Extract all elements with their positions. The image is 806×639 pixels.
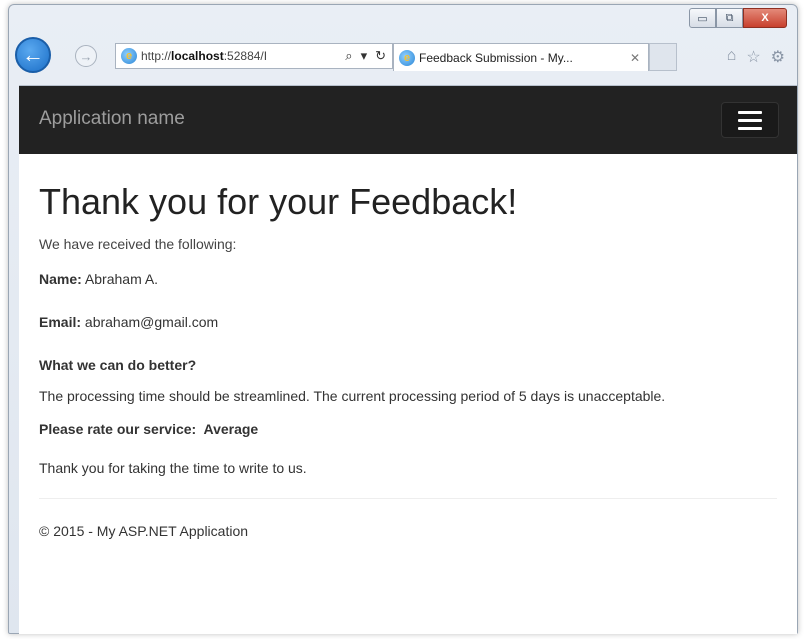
rating-value: Average [203, 420, 259, 437]
name-line: Name: Abraham A. [39, 269, 777, 289]
home-icon[interactable]: ⌂ [727, 47, 737, 67]
window-caption-buttons: ▭ ⧉ X [689, 8, 787, 30]
page-title: Thank you for your Feedback! [39, 181, 518, 222]
footer-divider [39, 497, 777, 499]
ie-tab-icon: e [399, 49, 415, 66]
browser-toolbar: ← → e http://localhost:52884/I ⌕ ▾ ↻ e F… [9, 33, 797, 79]
email-line: Email: abraham@gmail.com [39, 312, 777, 332]
restore-button[interactable]: ⧉ [716, 8, 743, 28]
footer-text: © 2015 - My ASP.NET Application [39, 522, 249, 539]
star-icon[interactable]: ☆ [746, 47, 760, 67]
address-text[interactable]: http://localhost:52884/I [141, 49, 301, 63]
improvement-answer: The processing time should be streamline… [39, 387, 666, 404]
improvement-question: What we can do better? [39, 356, 197, 373]
search-icon[interactable]: ⌕ [345, 48, 352, 64]
navbar-brand[interactable]: Application name [39, 108, 185, 130]
name-label: Name: [39, 270, 82, 287]
gear-icon[interactable]: ⚙ [771, 47, 785, 67]
email-value: abraham@gmail.com [84, 313, 219, 330]
new-tab-button[interactable] [649, 43, 677, 71]
navbar-toggle-button[interactable] [721, 102, 779, 138]
chevron-down-icon[interactable]: ▾ [361, 48, 368, 64]
name-value: Abraham A. [84, 270, 159, 287]
forward-arrow-icon[interactable]: → [75, 45, 97, 67]
hamburger-icon-bar [738, 118, 762, 122]
toolbar-icons: ⌂ ☆ ⚙ [727, 47, 785, 67]
tab-feedback-submission[interactable]: e Feedback Submission - My... ✕ [393, 43, 649, 71]
address-bar[interactable]: e http://localhost:52884/I ⌕ ▾ ↻ [115, 43, 393, 69]
browser-window: ▭ ⧉ X ← → e http://localhost:52884/I ⌕ ▾… [8, 4, 798, 634]
navbar: Application name [19, 86, 797, 154]
page-content: Thank you for your Feedback! We have rec… [19, 154, 797, 539]
hamburger-icon-bar [738, 110, 762, 114]
closing-text: Thank you for taking the time to write t… [39, 459, 307, 476]
close-window-button[interactable]: X [743, 8, 787, 28]
minimize-button[interactable]: ▭ [689, 8, 716, 28]
tab-title[interactable]: Feedback Submission - My... [419, 51, 619, 65]
back-arrow-icon[interactable]: ← [15, 37, 51, 73]
refresh-icon[interactable]: ↻ [375, 48, 386, 64]
email-label: Email: [39, 313, 82, 330]
close-icon[interactable]: ✕ [630, 51, 640, 65]
hamburger-icon-bar [738, 126, 762, 130]
ie-page-icon: e [121, 48, 137, 64]
page-viewport: Application name Thank you for your Feed… [19, 85, 797, 634]
rating-line: Please rate our service: Average [39, 419, 777, 439]
rating-label: Please rate our service: [39, 420, 197, 437]
intro-text: We have received the following: [39, 235, 237, 252]
